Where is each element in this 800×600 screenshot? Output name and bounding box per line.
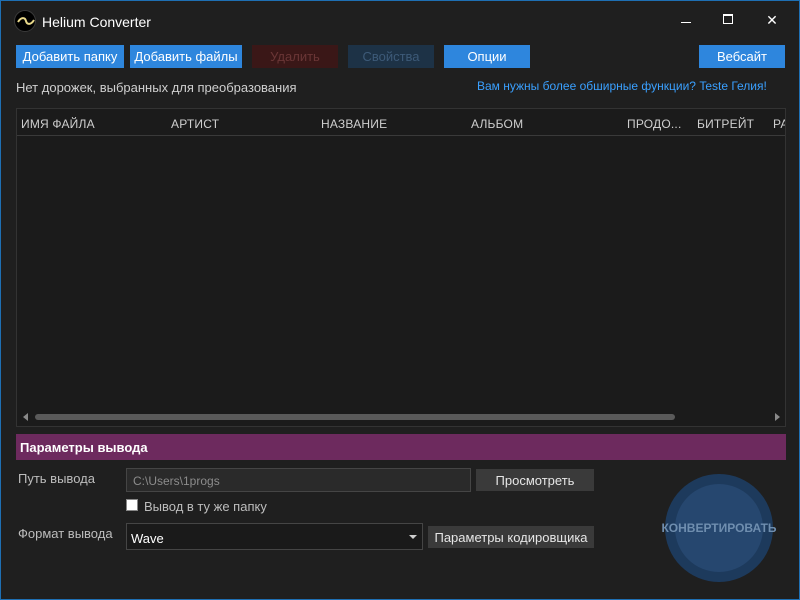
same-folder-checkbox[interactable] (126, 499, 138, 511)
maximize-icon (723, 14, 733, 24)
close-button[interactable]: ✕ (749, 1, 795, 41)
properties-button[interactable]: Свойства (348, 45, 434, 68)
column-header-filename[interactable]: ИМЯ ФАЙЛА (21, 117, 95, 131)
track-list-header: ИМЯ ФАЙЛА АРТИСТ НАЗВАНИЕ АЛЬБОМ ПРОДО..… (17, 109, 785, 136)
delete-button[interactable]: Удалить (252, 45, 338, 68)
column-header-artist[interactable]: АРТИСТ (171, 117, 219, 131)
column-header-album[interactable]: АЛЬБОМ (471, 117, 523, 131)
output-format-value: Wave (131, 531, 164, 546)
column-header-bitrate[interactable]: БИТРЕЙТ (697, 117, 754, 131)
add-folder-button[interactable]: Добавить папку (16, 45, 124, 68)
column-header-size[interactable]: РА (773, 117, 785, 131)
output-path-input[interactable]: C:\Users\1progs (126, 468, 471, 492)
options-button[interactable]: Опции (444, 45, 530, 68)
no-tracks-status: Нет дорожек, выбранных для преобразовани… (16, 80, 297, 95)
column-header-title[interactable]: НАЗВАНИЕ (321, 117, 387, 131)
add-files-button[interactable]: Добавить файлы (130, 45, 242, 68)
convert-button-label[interactable]: КОНВЕРТИРОВАТЬ (659, 521, 779, 535)
column-header-duration[interactable]: ПРОДО... (627, 117, 682, 131)
browse-button[interactable]: Просмотреть (476, 469, 594, 491)
minimize-icon (681, 21, 691, 23)
output-path-label: Путь вывода (18, 471, 95, 486)
chevron-down-icon (409, 535, 417, 539)
scrollbar-thumb[interactable] (35, 414, 675, 420)
window-title: Helium Converter (42, 14, 151, 30)
app-window: Helium Converter ✕ Добавить папку Добави… (0, 0, 800, 600)
output-section-header: Параметры вывода (16, 434, 786, 460)
output-format-select[interactable]: Wave (126, 523, 423, 550)
scroll-left-icon[interactable] (23, 413, 28, 421)
minimize-button[interactable] (663, 1, 709, 41)
horizontal-scrollbar[interactable] (17, 409, 785, 426)
track-list[interactable]: ИМЯ ФАЙЛА АРТИСТ НАЗВАНИЕ АЛЬБОМ ПРОДО..… (16, 108, 786, 427)
title-bar: Helium Converter ✕ (1, 1, 799, 41)
same-folder-label: Вывод в ту же папку (144, 499, 267, 514)
website-button[interactable]: Вебсайт (699, 45, 785, 68)
promo-link[interactable]: Вам нужны более обширные функции? Teste … (477, 79, 767, 93)
output-format-label: Формат вывода (18, 526, 113, 541)
encoder-settings-button[interactable]: Параметры кодировщика (428, 526, 594, 548)
maximize-button[interactable] (705, 1, 751, 41)
close-icon: ✕ (766, 13, 778, 29)
scroll-right-icon[interactable] (775, 413, 780, 421)
helium-logo-icon (14, 10, 36, 32)
output-section-title: Параметры вывода (20, 440, 148, 455)
